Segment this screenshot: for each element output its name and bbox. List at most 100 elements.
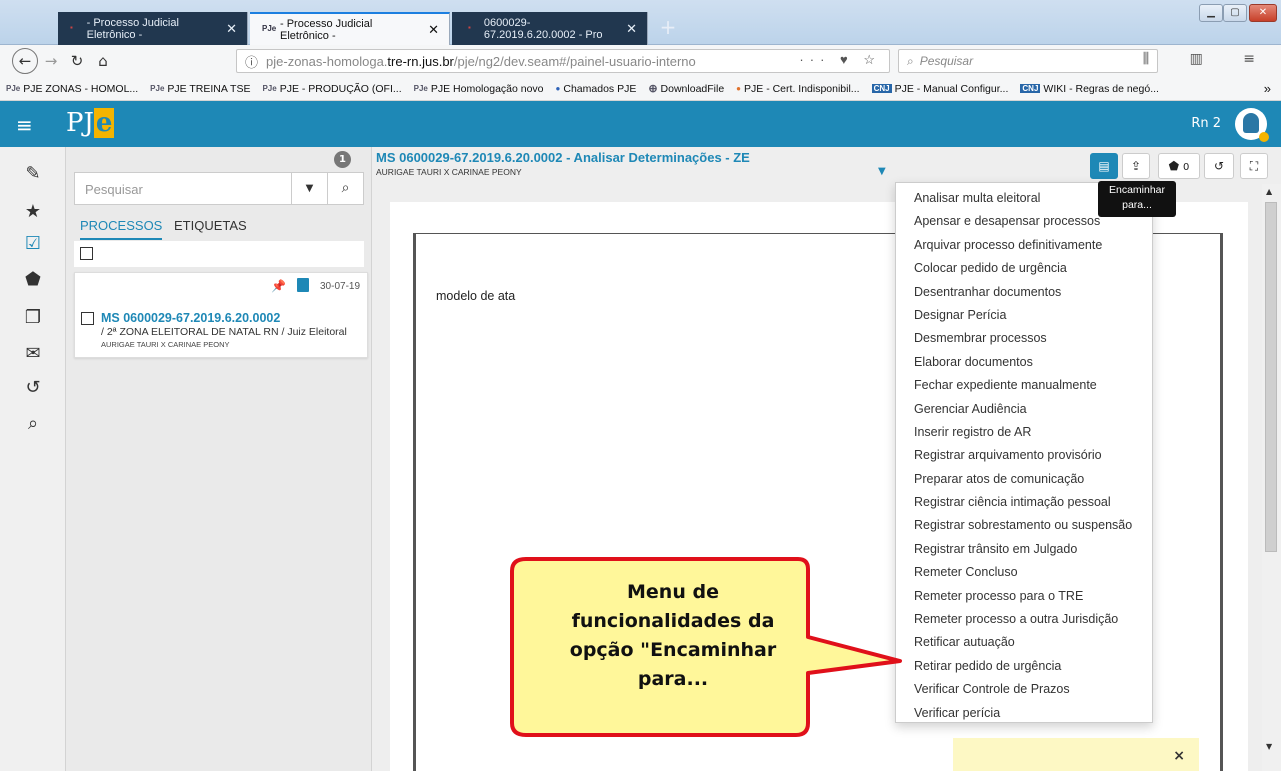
window-close-button[interactable]: ✕ <box>1249 4 1277 22</box>
menu-item[interactable]: Inserir registro de AR <box>896 421 1152 444</box>
search-icon[interactable]: ⌕ <box>22 413 44 434</box>
menu-item[interactable]: Arquivar processo definitivamente <box>896 234 1152 257</box>
scrollbar-thumb[interactable] <box>1265 202 1277 552</box>
menu-item[interactable]: Designar Perícia <box>896 304 1152 327</box>
close-icon[interactable]: ✕ <box>428 22 439 38</box>
process-card[interactable]: 📌 30-07-19 MS 0600029-67.2019.6.20.0002 … <box>74 272 368 358</box>
menu-item[interactable]: Gerenciar Audiência <box>896 398 1152 421</box>
menu-item[interactable]: Colocar pedido de urgência <box>896 257 1152 280</box>
avatar[interactable] <box>1235 108 1269 142</box>
browser-tab-1[interactable]: ▪ - Processo Judicial Eletrônico - ✕ <box>58 12 248 45</box>
process-number-link[interactable]: MS 0600029-67.2019.6.20.0002 <box>101 311 280 325</box>
close-icon[interactable]: ✕ <box>226 21 237 37</box>
site-info-icon[interactable]: ⓘ <box>245 52 258 71</box>
menu-item[interactable]: Elaborar documentos <box>896 351 1152 374</box>
menu-item[interactable]: Registrar trânsito em Julgado <box>896 538 1152 561</box>
pje-bookmark-icon: PJe <box>262 84 277 93</box>
browser-tab-2[interactable]: PJe - Processo Judicial Eletrônico - ✕ <box>250 12 450 45</box>
bookmark-item[interactable]: PJe PJE TREINA TSE <box>144 83 256 95</box>
tab-etiquetas[interactable]: ETIQUETAS <box>174 218 247 238</box>
tab-processos[interactable]: PROCESSOS <box>80 218 163 240</box>
menu-item[interactable]: Verificar Controle de Prazos <box>896 678 1152 701</box>
document-scrollbar[interactable]: ▲ ▼ <box>1262 184 1281 771</box>
process-parties: AURIGAE TAURI X CARINAE PEONY <box>101 340 230 349</box>
copy-icon[interactable]: ❐ <box>22 307 44 328</box>
pje-bookmark-icon: PJe <box>150 84 165 93</box>
document-view-button[interactable]: ▤ <box>1090 153 1118 179</box>
globe-icon: ⊕ <box>648 83 658 95</box>
forward-to-tooltip: Encaminhar para... <box>1098 181 1176 217</box>
bookmark-item[interactable]: CNJ WIKI - Regras de negó... <box>1014 83 1165 95</box>
pin-icon[interactable]: 📌 <box>271 279 286 293</box>
process-search-input[interactable]: Pesquisar <box>75 173 291 204</box>
bookmark-item[interactable]: PJe PJE Homologação novo <box>408 83 550 95</box>
history-button[interactable]: ↺ <box>1204 153 1234 179</box>
library-sidebar-menu-icons[interactable]: ⫼ ▥ ≡ <box>1143 51 1273 67</box>
menu-item[interactable]: Retificar autuação <box>896 631 1152 654</box>
menu-item[interactable]: Retirar pedido de urgência <box>896 655 1152 678</box>
bookmark-item[interactable]: ● PJE - Cert. Indisponibil... <box>730 83 865 95</box>
bookmark-item[interactable]: PJe PJE - PRODUÇÃO (OFI... <box>256 83 407 95</box>
menu-item[interactable]: Registrar ciência intimação pessoal <box>896 491 1152 514</box>
select-all-checkbox[interactable] <box>80 247 93 260</box>
minimize-button[interactable]: ▁ <box>1199 4 1223 22</box>
hamburger-menu-icon[interactable]: ≡ <box>16 113 33 137</box>
forward-to-button[interactable]: ⇪ <box>1122 153 1150 179</box>
new-tab-button[interactable]: + <box>652 13 684 43</box>
menu-item[interactable]: Registrar sobrestamento ou suspensão <box>896 514 1152 537</box>
menu-item[interactable]: Desentranhar documentos <box>896 281 1152 304</box>
callout-text: Menu de funcionalidades da opção "Encami… <box>569 581 777 690</box>
annotation-callout: Menu de funcionalidades da opção "Encami… <box>508 555 902 742</box>
chevron-down-icon[interactable]: ▼ <box>878 166 886 177</box>
menu-item[interactable]: Fechar expediente manualmente <box>896 374 1152 397</box>
bookmark-label: PJE - Manual Configur... <box>894 82 1009 95</box>
bookmark-item[interactable]: ⊕ DownloadFile <box>642 82 730 96</box>
browser-tab-label: 0600029-67.2019.6.20.0002 - Pro <box>483 16 603 41</box>
tags-button[interactable]: ⬟ 0 <box>1158 153 1200 179</box>
pje-logo: PJe <box>66 108 115 138</box>
select-all-row <box>74 241 364 267</box>
menu-item[interactable]: Registrar arquivamento provisório <box>896 444 1152 467</box>
browser-tab-3[interactable]: ▪ 0600029-67.2019.6.20.0002 - Pro ✕ <box>456 12 648 45</box>
menu-item[interactable]: Remeter Concluso <box>896 561 1152 584</box>
process-checkbox[interactable] <box>81 312 94 325</box>
home-button[interactable]: ⌂ <box>90 48 116 74</box>
tags-icon[interactable]: ⬟ <box>22 269 44 290</box>
menu-item[interactable]: Remeter processo para o TRE <box>896 585 1152 608</box>
menu-item[interactable]: Desmembrar processos <box>896 327 1152 350</box>
forward-button[interactable]: → <box>38 48 64 74</box>
list-tabs: PROCESSOS ETIQUETAS <box>74 218 364 242</box>
document-icon[interactable] <box>297 278 309 292</box>
reload-button[interactable]: ↻ <box>64 48 90 74</box>
close-icon[interactable]: ✕ <box>626 21 637 37</box>
page-actions-icons[interactable]: ··· ♥ ☆ <box>799 52 881 68</box>
pje-favicon-icon: ▪ <box>70 22 73 32</box>
browser-search-input[interactable]: ⌕ Pesquisar <box>898 49 1158 73</box>
url-bar[interactable]: ⓘ pje-zonas-homologa. tre-rn.jus.br/pje/n… <box>236 49 890 73</box>
url-prefix: pje-zonas-homologa. <box>266 53 388 69</box>
pencil-icon[interactable]: ✎ <box>22 163 44 184</box>
checkbox-icon[interactable]: ☑ <box>22 233 44 254</box>
close-notice-icon[interactable]: × <box>1173 748 1185 764</box>
expand-button[interactable]: ⛶ <box>1240 153 1268 179</box>
forward-to-menu: Analisar multa eleitoral Apensar e desap… <box>895 182 1153 723</box>
user-name[interactable]: Rn 2 <box>1191 116 1221 131</box>
bookmark-item[interactable]: ● Chamados PJE <box>550 83 643 95</box>
chevron-double-right-icon[interactable]: » <box>1264 81 1271 96</box>
envelope-icon[interactable]: ✉ <box>22 343 44 364</box>
history-icon[interactable]: ↺ <box>22 377 44 398</box>
pje-favicon-icon: PJe <box>262 23 277 33</box>
menu-item[interactable]: Preparar atos de comunicação <box>896 468 1152 491</box>
tag-icon: ⬟ <box>1168 159 1180 173</box>
caret-down-icon[interactable]: ▼ <box>291 173 327 204</box>
scroll-up-icon[interactable]: ▲ <box>1266 187 1272 196</box>
menu-item[interactable]: Remeter processo a outra Jurisdição <box>896 608 1152 631</box>
bookmark-item[interactable]: CNJ PJE - Manual Configur... <box>866 83 1015 95</box>
search-icon[interactable]: ⌕ <box>327 173 363 204</box>
scroll-down-icon[interactable]: ▼ <box>1266 742 1272 751</box>
menu-item[interactable]: Verificar perícia <box>896 702 1152 725</box>
star-icon[interactable]: ★ <box>22 201 44 222</box>
back-button[interactable]: ← <box>12 48 38 74</box>
bookmark-item[interactable]: PJe PJE ZONAS - HOMOL... <box>0 83 144 95</box>
maximize-button[interactable]: ▢ <box>1223 4 1247 22</box>
